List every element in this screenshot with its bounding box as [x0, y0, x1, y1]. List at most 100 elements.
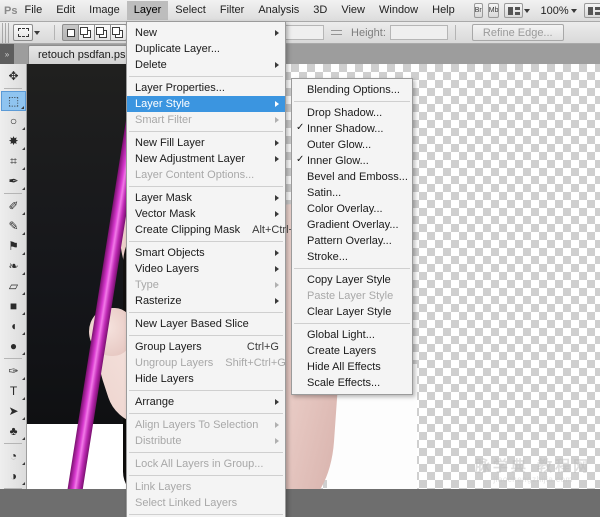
menu-item-drop-shadow[interactable]: Drop Shadow... — [292, 105, 412, 121]
menu-item-satin[interactable]: Satin... — [292, 185, 412, 201]
menu-item-label: Layer Style — [135, 98, 191, 110]
crop-tool[interactable]: ⌗ — [1, 151, 26, 171]
menu-item-lock-all-layers-in-group: Lock All Layers in Group... — [127, 456, 285, 472]
menu-item-smart-objects[interactable]: Smart Objects — [127, 245, 285, 261]
menu-item-blending-options[interactable]: Blending Options... — [292, 82, 412, 98]
menu-item-bevel-and-emboss[interactable]: Bevel and Emboss... — [292, 169, 412, 185]
clone-stamp-tool[interactable]: ⚑ — [1, 236, 26, 256]
lasso-tool[interactable]: ○ — [1, 111, 26, 131]
panel-expand-icon[interactable]: » — [0, 44, 14, 64]
subtract-from-selection-button[interactable] — [94, 24, 111, 41]
menu-view[interactable]: View — [334, 1, 372, 20]
menu-item-video-layers[interactable]: Video Layers — [127, 261, 285, 277]
submenu-arrow-icon — [275, 282, 279, 288]
horizontal-type-tool[interactable]: T — [1, 381, 26, 401]
submenu-arrow-icon — [275, 156, 279, 162]
menu-item-layer-mask[interactable]: Layer Mask — [127, 190, 285, 206]
menu-item-new-layer-based-slice[interactable]: New Layer Based Slice — [127, 316, 285, 332]
spot-healing-brush-tool[interactable]: ✐ — [1, 196, 26, 216]
menu-item-rasterize[interactable]: Rasterize — [127, 293, 285, 309]
active-tool-icon[interactable] — [13, 24, 33, 41]
bridge-icon[interactable]: Br — [473, 3, 483, 18]
zoom-chevron-down-icon[interactable] — [570, 8, 577, 13]
menu-item-label: Paste Layer Style — [307, 290, 394, 302]
brush-tool[interactable]: ✎ — [1, 216, 26, 236]
custom-shape-tool[interactable]: ♣ — [1, 421, 26, 441]
menu-select[interactable]: Select — [168, 1, 213, 20]
gradient-tool[interactable]: ■ — [1, 296, 26, 316]
menu-edit[interactable]: Edit — [49, 1, 82, 20]
tool-flyout-icon — [22, 437, 25, 440]
menu-item-new[interactable]: New — [127, 25, 285, 41]
menu-layer[interactable]: Layer — [126, 1, 169, 20]
menu-window[interactable]: Window — [372, 1, 425, 20]
menu-item-hide-all-effects[interactable]: Hide All Effects — [292, 359, 412, 375]
options-bar-grip[interactable] — [2, 22, 9, 43]
intersect-selection-button[interactable] — [110, 24, 127, 41]
menu-item-new-adjustment-layer[interactable]: New Adjustment Layer — [127, 151, 285, 167]
menu-item-delete[interactable]: Delete — [127, 57, 285, 73]
menu-item-outer-glow[interactable]: Outer Glow... — [292, 137, 412, 153]
menu-item-vector-mask[interactable]: Vector Mask — [127, 206, 285, 222]
menu-item-inner-glow[interactable]: ✓ Inner Glow... — [292, 153, 412, 169]
menu-item-new-fill-layer[interactable]: New Fill Layer — [127, 135, 285, 151]
menu-item-layer-style[interactable]: Layer Style — [127, 96, 285, 112]
refine-edge-button[interactable]: Refine Edge... — [471, 24, 564, 41]
menu-item-gradient-overlay[interactable]: Gradient Overlay... — [292, 217, 412, 233]
submenu-arrow-icon — [275, 250, 279, 256]
height-input[interactable] — [389, 25, 448, 40]
tool-flyout-icon — [22, 187, 25, 190]
chevron-down-icon[interactable] — [524, 8, 531, 13]
menu-item-arrange[interactable]: Arrange — [127, 394, 285, 410]
menu-file[interactable]: File — [17, 1, 49, 20]
menu-item-create-layers[interactable]: Create Layers — [292, 343, 412, 359]
menu-image[interactable]: Image — [82, 1, 127, 20]
blur-tool[interactable]: ◖ — [1, 316, 26, 336]
move-tool[interactable]: ✥ — [1, 66, 26, 86]
menu-item-group-layers[interactable]: Group Layers Ctrl+G — [127, 339, 285, 355]
selection-mode-group[interactable] — [62, 24, 127, 41]
view-extras-icon[interactable] — [504, 3, 524, 18]
menu-item-label: New Fill Layer — [135, 137, 205, 149]
menu-item-copy-layer-style[interactable]: Copy Layer Style — [292, 272, 412, 288]
menu-filter[interactable]: Filter — [213, 1, 251, 20]
pen-tool[interactable]: ✑ — [1, 361, 26, 381]
menu-item-duplicate-layer[interactable]: Duplicate Layer... — [127, 41, 285, 57]
arrange-documents-icon[interactable] — [583, 3, 600, 18]
menu-item-pattern-overlay[interactable]: Pattern Overlay... — [292, 233, 412, 249]
tool-preset-chevron-down-icon[interactable] — [34, 30, 40, 35]
3d-camera-rotate-tool[interactable]: ◑ — [1, 466, 26, 486]
layer-style-submenu[interactable]: Blending Options... Drop Shadow... ✓ Inner … — [291, 78, 413, 395]
layer-menu-dropdown[interactable]: New Duplicate Layer... Delete Layer Propert… — [126, 21, 304, 517]
menu-item-clear-layer-style[interactable]: Clear Layer Style — [292, 304, 412, 320]
eraser-tool[interactable]: ▱ — [1, 276, 26, 296]
menu-item-label: Rasterize — [135, 295, 182, 307]
menu-item-hide-layers[interactable]: Hide Layers — [127, 371, 285, 387]
eyedropper-tool[interactable]: ✒ — [1, 171, 26, 191]
dodge-tool[interactable]: ● — [1, 336, 26, 356]
menu-3d[interactable]: 3D — [306, 1, 334, 20]
3d-object-rotate-tool[interactable]: ◔ — [1, 446, 26, 466]
menu-item-label: Create Clipping Mask — [135, 224, 241, 236]
menu-item-global-light[interactable]: Global Light... — [292, 327, 412, 343]
menu-item-scale-effects[interactable]: Scale Effects... — [292, 375, 412, 391]
menu-item-inner-shadow[interactable]: ✓ Inner Shadow... — [292, 121, 412, 137]
tools-panel: ✥⬚○✸⌗✒✐✎⚑❧▱■◖●✑T➤♣◔◑✋⚲ ↷ — [0, 64, 27, 517]
menu-analysis[interactable]: Analysis — [251, 1, 306, 20]
mini-bridge-icon[interactable]: Mb — [487, 3, 500, 18]
menu-item-layer-properties[interactable]: Layer Properties... — [127, 80, 285, 96]
history-brush-tool[interactable]: ❧ — [1, 256, 26, 276]
menu-help[interactable]: Help — [425, 1, 462, 20]
menu-item-create-clipping-mask[interactable]: Create Clipping Mask Alt+Ctrl+G — [127, 222, 304, 238]
add-to-selection-button[interactable] — [78, 24, 95, 41]
rectangular-marquee-tool[interactable]: ⬚ — [1, 91, 26, 111]
view-extras-group[interactable] — [504, 3, 537, 18]
path-selection-tool[interactable]: ➤ — [1, 401, 26, 421]
menu-item-stroke[interactable]: Stroke... — [292, 249, 412, 265]
swap-dimensions-icon[interactable] — [331, 26, 344, 39]
menu-item-color-overlay[interactable]: Color Overlay... — [292, 201, 412, 217]
arrange-documents-group[interactable] — [583, 3, 600, 18]
menu-item-label: Drop Shadow... — [307, 107, 383, 119]
quick-selection-tool[interactable]: ✸ — [1, 131, 26, 151]
new-selection-button[interactable] — [62, 24, 79, 41]
